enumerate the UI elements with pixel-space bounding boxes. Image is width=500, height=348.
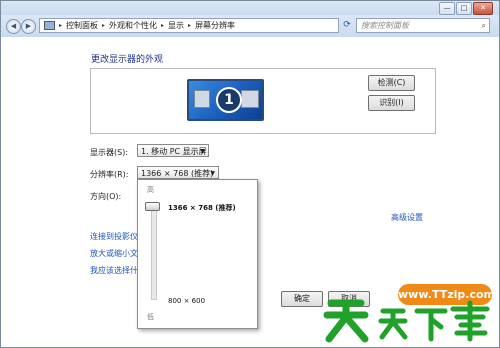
resolution-select[interactable]: 1366 × 768 (推荐) ▼ (137, 166, 219, 179)
resolution-slider-track[interactable] (151, 202, 157, 300)
resolution-label: 分辨率(R): (90, 170, 129, 179)
resolution-select-value: 1366 × 768 (推荐) (141, 169, 214, 178)
advanced-settings-link[interactable]: 高级设置 (391, 212, 423, 223)
resolution-option-1366x768[interactable]: 1366 × 768 (推荐) (168, 203, 236, 213)
resolution-option-800x600[interactable]: 800 × 600 (168, 297, 205, 305)
resolution-dropdown-popup: 高 1366 × 768 (推荐) 800 × 600 低 (137, 179, 258, 329)
window-thumbnail-icon (241, 90, 259, 108)
window: — □ ✕ ◀ ▶ ▸ 控制面板 ▸ 外观和个性化 ▸ 显示 ▸ 屏幕分辨率 ⟳… (0, 0, 500, 348)
orientation-label: 方向(O): (90, 192, 122, 201)
breadcrumb-screen-resolution[interactable]: 屏幕分辨率 (195, 20, 235, 31)
breadcrumb-separator-icon: ▸ (161, 22, 165, 29)
search-placeholder: 搜索控制面板 (361, 21, 409, 30)
ok-button[interactable]: 确定 (281, 291, 323, 307)
breadcrumb-separator-icon: ▸ (59, 22, 63, 29)
breadcrumb-control-panel[interactable]: 控制面板 (66, 20, 98, 31)
resolution-slider-thumb[interactable] (145, 202, 160, 211)
computer-icon (44, 21, 55, 30)
search-icon[interactable]: ⌕ (482, 19, 486, 32)
monitor-icon[interactable]: 1 (187, 79, 264, 121)
display-label: 显示器(S): (90, 148, 129, 157)
connect-projector-link[interactable]: 连接到投影仪 ( (90, 231, 144, 242)
close-button[interactable]: ✕ (473, 2, 493, 15)
forward-arrow-icon[interactable]: ▶ (21, 19, 36, 34)
chevron-down-icon: ▼ (200, 148, 205, 155)
breadcrumb-separator-icon: ▸ (102, 22, 106, 29)
watermark-logo-icon (323, 299, 490, 343)
page-title: 更改显示器的外观 (91, 55, 164, 65)
detect-button[interactable]: 检测(C) (368, 75, 415, 91)
identify-button[interactable]: 识别(I) (368, 95, 415, 111)
window-controls: — □ ✕ (439, 2, 493, 15)
monitor-number: 1 (216, 87, 242, 113)
maximize-button[interactable]: □ (456, 2, 472, 15)
breadcrumb[interactable]: ▸ 控制面板 ▸ 外观和个性化 ▸ 显示 ▸ 屏幕分辨率 (39, 18, 339, 33)
back-arrow-icon[interactable]: ◀ (6, 19, 21, 34)
search-input[interactable]: 搜索控制面板 ⌕ (356, 18, 490, 33)
window-thumbnail-icon (194, 90, 210, 108)
minimize-button[interactable]: — (439, 2, 455, 15)
refresh-icon[interactable]: ⟳ (341, 19, 353, 32)
breadcrumb-separator-icon: ▸ (188, 22, 192, 29)
high-label: 高 (147, 186, 154, 194)
address-row: ◀ ▶ ▸ 控制面板 ▸ 外观和个性化 ▸ 显示 ▸ 屏幕分辨率 ⟳ 搜索控制面… (1, 15, 499, 37)
low-label: 低 (147, 313, 154, 321)
display-select-value: 1. 移动 PC 显示屏 (141, 147, 207, 156)
breadcrumb-appearance[interactable]: 外观和个性化 (109, 20, 157, 31)
display-select[interactable]: 1. 移动 PC 显示屏 ▼ (137, 144, 209, 157)
breadcrumb-display[interactable]: 显示 (168, 20, 184, 31)
